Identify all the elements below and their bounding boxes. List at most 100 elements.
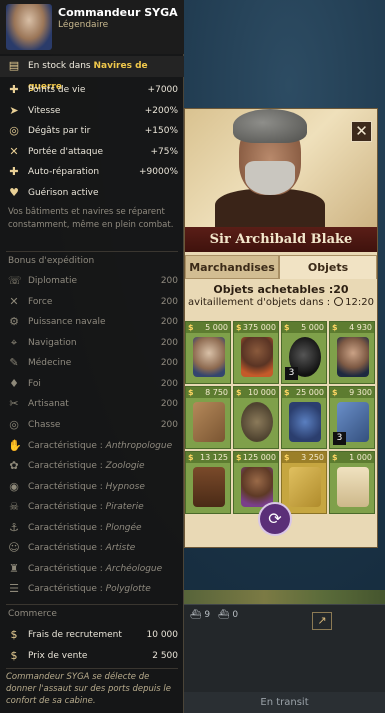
dollar-icon: $ [332,453,338,462]
piracy-icon: ☠ [9,500,19,513]
chart-icon: ↗ [317,614,327,627]
item-slot-4[interactable]: $4 930 [329,321,375,384]
effect-label: Auto-réparation [28,167,100,177]
effect-value: +150% [144,126,178,136]
trait-row: ✿ Caractéristique : Zoologie [9,459,145,472]
bonus-row: ⚙ Puissance navale 200 [9,315,178,328]
item-price: $4 930 [330,322,374,333]
item-price: $375 000 [234,322,278,333]
naval-power-icon: ⚙ [9,315,19,328]
dollar-icon: $ [188,323,194,332]
item-price: $3 250 [282,452,326,463]
effects-description: Vos bâtiments et navires se réparent con… [8,207,174,230]
dollar-icon: $ [284,323,290,332]
item-slot-8[interactable]: $9 300 3 [329,386,375,449]
effect-row: ✚ Auto-réparation +9000% [0,162,184,182]
effect-row: ♥ Guérison active [0,183,184,203]
tooltip-header: Commandeur SYGA Légendaire [0,0,184,54]
effect-label: Guérison active [28,188,99,198]
item-slot-12[interactable]: $1 000 [329,451,375,514]
medicine-icon: ✎ [9,356,19,369]
commander-rank: Légendaire [58,20,109,30]
force-icon: ✕ [9,295,19,308]
plus-icon: ✚ [9,165,19,178]
item-quantity: 3 [285,367,298,380]
trait-row: ♜ Caractéristique : Archéologue [9,562,163,575]
dollar-icon: $ [284,388,290,397]
trader-portrait: ✕ [185,109,377,227]
crossed-swords-icon: ✕ [9,145,19,158]
trait-row: ☺ Caractéristique : Artiste [8,541,136,554]
effect-value: +7000 [147,85,178,95]
coin-icon: $ [10,628,18,641]
divider [6,668,178,669]
ship-slot-1[interactable]: ⛴ 9 [190,610,212,632]
item-slot-3[interactable]: $5 000 3 [281,321,327,384]
commander-name: Commandeur SYGA [58,6,178,19]
ship-icon: ⛴ [190,610,202,620]
ship-slot-count: 9 [204,610,211,620]
machine-part-icon [289,402,321,442]
tab-objects[interactable]: Objets [279,255,377,279]
item-slot-2[interactable]: $375 000 [233,321,279,384]
crafting-icon: ✂ [9,397,19,410]
transit-status: En transit [184,692,385,713]
commerce-title: Commerce [8,609,57,619]
commerce-row: $ Frais de recrutement 10 000 [0,625,184,645]
item-slot-7[interactable]: $25 000 [281,386,327,449]
item-slot-6[interactable]: $10 000 [233,386,279,449]
dollar-icon: $ [332,388,338,397]
dollar-icon: $ [236,323,242,332]
hypnosis-icon: ◉ [9,480,19,493]
trader-beard [245,161,295,195]
ship-slot-2[interactable]: ⛴ 0 [218,610,240,632]
crate-icon [193,402,225,442]
dollar-icon: $ [236,453,242,462]
refresh-icon: ⟳ [268,509,282,528]
item-price: $1 000 [330,452,374,463]
effect-row: ✕ Portée d'attaque +75% [0,142,184,162]
diplomacy-icon: ☏ [8,274,22,287]
item-price: $25 000 [282,387,326,398]
item-slot-1[interactable]: $5 000 [185,321,231,384]
clock-icon [334,297,344,306]
refresh-button[interactable]: ⟳ [258,502,292,536]
item-slot-5[interactable]: $8 750 [185,386,231,449]
bonus-row: ☏ Diplomatie 200 [8,274,178,287]
hunting-icon: ◎ [9,418,19,431]
tab-goods[interactable]: Marchandises [185,255,279,279]
dollar-icon: $ [236,388,242,397]
effect-value: +200% [144,106,178,116]
restock-label: avitaillement d'objets dans : [188,297,331,308]
flavor-text: Commandeur SYGA se délecte de donner l'a… [6,672,172,706]
expedition-title: Bonus d'expédition [8,256,95,266]
item-slot-11[interactable]: $3 250 [281,451,327,514]
effect-label: Portée d'attaque [28,147,104,157]
item-slot-9[interactable]: $13 125 [185,451,231,514]
commander-tooltip: Commandeur SYGA Légendaire ▤ En stock da… [0,0,184,713]
effect-value: +9000% [139,167,178,177]
trait-row: ◉ Caractéristique : Hypnose [9,480,145,493]
close-icon: ✕ [355,122,368,140]
woman-portrait-icon [241,337,273,377]
item-quantity: 3 [333,432,346,445]
trader-tabs: Marchandises Objets [185,255,377,279]
polyglot-icon: ☰ [9,582,19,595]
propeller-icon [241,402,273,442]
item-price: $10 000 [234,387,278,398]
plus-icon: ✚ [9,83,19,96]
bonus-row: ⌖ Navigation 200 [0,333,184,353]
statistics-button[interactable]: ↗ [312,612,332,630]
barrel-icon [193,467,225,507]
zoology-icon: ✿ [9,459,19,472]
effect-label: Vitesse [28,106,61,116]
restock-time: 12:20 [345,297,374,308]
bonus-row: ◎ Chasse 200 [9,418,178,431]
faith-icon: ♦ [9,377,19,390]
trader-hair [233,109,307,143]
effect-row: ➤ Vitesse +200% [0,101,184,121]
item-price: $9 300 [330,387,374,398]
artist-icon: ☺ [8,541,20,554]
item-price: $13 125 [186,452,230,463]
close-button[interactable]: ✕ [351,121,372,142]
